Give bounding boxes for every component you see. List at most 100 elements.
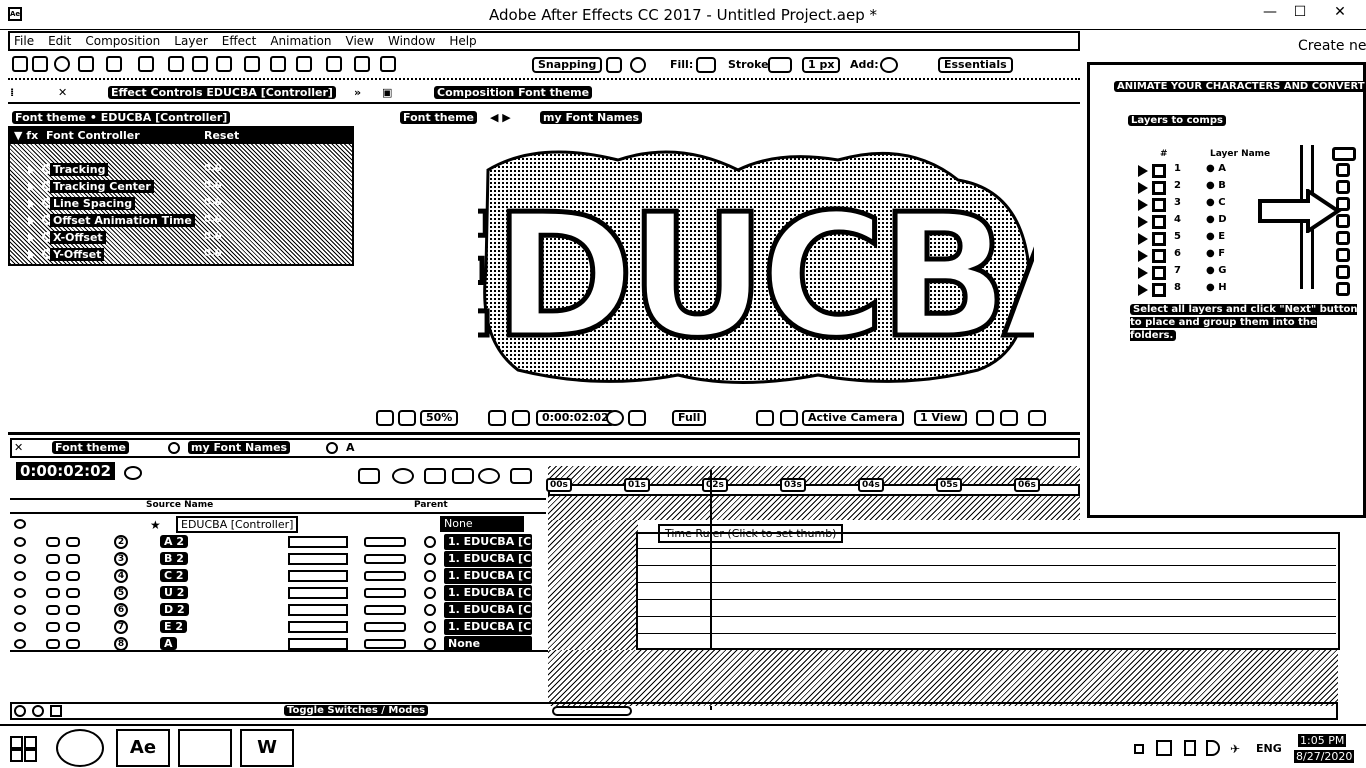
pen-tool-icon[interactable] xyxy=(192,56,208,72)
eye-icon[interactable] xyxy=(14,588,26,598)
layer-row[interactable]: 5 U 2 1. EDUCBA [C xyxy=(10,585,546,602)
pick-whip-icon[interactable] xyxy=(424,536,436,548)
stroke-width-field[interactable]: 1 px xyxy=(802,57,841,73)
eye-icon[interactable] xyxy=(14,537,26,547)
expand-triangle-icon[interactable] xyxy=(28,182,35,192)
volume-icon[interactable] xyxy=(1206,740,1220,756)
show-hidden-icons[interactable] xyxy=(1134,744,1144,754)
view-layout-dropdown[interactable]: 1 View xyxy=(914,410,968,426)
zoom-tool-icon[interactable] xyxy=(54,56,70,72)
expand-triangle-icon[interactable] xyxy=(28,199,35,209)
comp-timecode[interactable]: 0:00:02:02 xyxy=(536,410,615,426)
layer-switches[interactable] xyxy=(288,536,348,548)
toggle-pixel-icon[interactable] xyxy=(976,410,994,426)
menu-help[interactable]: Help xyxy=(449,34,476,48)
brush-tool-icon[interactable] xyxy=(244,56,260,72)
lock-icon[interactable] xyxy=(66,554,80,564)
blend-mode[interactable] xyxy=(364,588,406,598)
effect-property-row[interactable]: Tracking 0.0 xyxy=(14,162,344,178)
pick-whip-icon[interactable] xyxy=(424,587,436,599)
always-preview-icon[interactable] xyxy=(376,410,394,426)
effect-property-row[interactable]: X-Offset 0.0 xyxy=(14,230,344,246)
fill-swatch-icon[interactable] xyxy=(696,57,716,73)
create-new-label[interactable]: Create new xyxy=(1298,38,1366,54)
pick-whip-icon[interactable] xyxy=(424,570,436,582)
eye-icon[interactable] xyxy=(14,571,26,581)
motion-blur-icon[interactable] xyxy=(478,468,500,484)
effect-property-row[interactable]: Tracking Center 0.0 xyxy=(14,179,344,195)
menu-file[interactable]: File xyxy=(14,34,34,48)
clock-date[interactable]: 8/27/2020 xyxy=(1294,750,1355,763)
parent-dropdown[interactable]: None xyxy=(440,516,524,532)
clone-stamp-tool-icon[interactable] xyxy=(270,56,286,72)
blend-mode[interactable] xyxy=(364,622,406,632)
taskbar-word[interactable]: W xyxy=(240,729,294,767)
layer-name[interactable]: A xyxy=(160,637,177,650)
fast-preview-icon[interactable] xyxy=(756,410,774,426)
layer-name[interactable]: B 2 xyxy=(160,552,188,565)
toggle-switches-modes[interactable]: Toggle Switches / Modes xyxy=(284,705,429,716)
toggle-timing-icon[interactable] xyxy=(50,705,62,717)
menu-animation[interactable]: Animation xyxy=(270,34,331,48)
solo-icon[interactable] xyxy=(46,554,60,564)
lock-icon[interactable]: ▣ xyxy=(382,86,392,99)
tab-effect-controls[interactable]: Effect Controls EDUCBA [Controller] xyxy=(108,86,336,99)
panel-expand-icon[interactable]: » xyxy=(354,86,361,99)
hide-shy-layers-icon[interactable] xyxy=(424,468,446,484)
pick-whip-icon[interactable] xyxy=(424,638,436,650)
show-channel-icon[interactable] xyxy=(628,410,646,426)
col-parent[interactable]: Parent xyxy=(414,500,448,510)
effect-property-row[interactable]: Y-Offset 0.0 xyxy=(14,247,344,263)
eye-icon[interactable] xyxy=(14,554,26,564)
expand-triangle-icon[interactable] xyxy=(28,165,35,175)
cortana-icon[interactable] xyxy=(56,729,104,767)
input-indicator-icon[interactable]: ✈ xyxy=(1230,742,1240,756)
layer-row[interactable]: 4 C 2 1. EDUCBA [C xyxy=(10,568,546,585)
stroke-swatch-icon[interactable] xyxy=(768,57,792,73)
transparency-grid-icon[interactable] xyxy=(780,410,798,426)
solo-icon[interactable] xyxy=(46,605,60,615)
comp-crumb-nav-icon[interactable]: ◀ ▶ xyxy=(490,111,511,124)
camera-dropdown[interactable]: Active Camera xyxy=(802,410,904,426)
layer-name[interactable]: E 2 xyxy=(160,620,187,633)
rotate-tool-icon[interactable] xyxy=(78,56,94,72)
effect-property-row[interactable]: Offset Animation Time 0.0 xyxy=(14,213,344,229)
comp-crumb-font-theme[interactable]: Font theme xyxy=(400,111,478,124)
tab-composition[interactable]: Composition Font theme xyxy=(434,86,593,99)
mask-visibility-icon[interactable] xyxy=(512,410,530,426)
snapping-align-icon[interactable] xyxy=(630,57,646,73)
menu-effect[interactable]: Effect xyxy=(222,34,257,48)
timeline-close-icon[interactable]: ✕ xyxy=(14,441,23,454)
pick-whip-icon[interactable] xyxy=(424,604,436,616)
menu-layer[interactable]: Layer xyxy=(174,34,207,48)
puppet-overlap-tool-icon[interactable] xyxy=(380,56,396,72)
layer-switches[interactable] xyxy=(288,638,348,650)
composition-viewer[interactable]: EDUCBA xyxy=(381,150,1143,390)
close-button[interactable]: ✕ xyxy=(1328,4,1352,24)
expand-triangle-icon[interactable] xyxy=(28,216,35,226)
toggle-transfer-icon[interactable] xyxy=(32,705,44,717)
parent-dropdown[interactable]: 1. EDUCBA [C xyxy=(444,619,532,635)
eye-icon[interactable] xyxy=(14,622,26,632)
resolution-dropdown[interactable]: Full xyxy=(672,410,707,426)
text-tool-icon[interactable] xyxy=(216,56,232,72)
mask-tool-icon[interactable] xyxy=(168,56,184,72)
tab-close-icon[interactable] xyxy=(168,442,180,454)
parent-dropdown[interactable]: 1. EDUCBA [C xyxy=(444,602,532,618)
layer-switches[interactable] xyxy=(288,587,348,599)
pick-whip-icon[interactable] xyxy=(424,553,436,565)
lock-icon[interactable] xyxy=(66,605,80,615)
solo-icon[interactable] xyxy=(46,537,60,547)
effect-property-value[interactable]: 0.0 xyxy=(204,214,222,225)
lock-icon[interactable] xyxy=(66,639,80,649)
hand-tool-icon[interactable] xyxy=(32,56,48,72)
search-icon[interactable] xyxy=(124,466,142,480)
lock-icon[interactable] xyxy=(66,537,80,547)
frame-blending-icon[interactable] xyxy=(452,468,474,484)
layer-row[interactable]: 2 A 2 1. EDUCBA [C xyxy=(10,534,546,551)
col-source-name[interactable]: Source Name xyxy=(146,500,213,510)
solo-icon[interactable] xyxy=(46,622,60,632)
layer-row[interactable]: 7 E 2 1. EDUCBA [C xyxy=(10,619,546,636)
parent-dropdown[interactable]: 1. EDUCBA [C xyxy=(444,568,532,584)
panel-menu-icon[interactable]: ⁞ xyxy=(10,86,14,99)
